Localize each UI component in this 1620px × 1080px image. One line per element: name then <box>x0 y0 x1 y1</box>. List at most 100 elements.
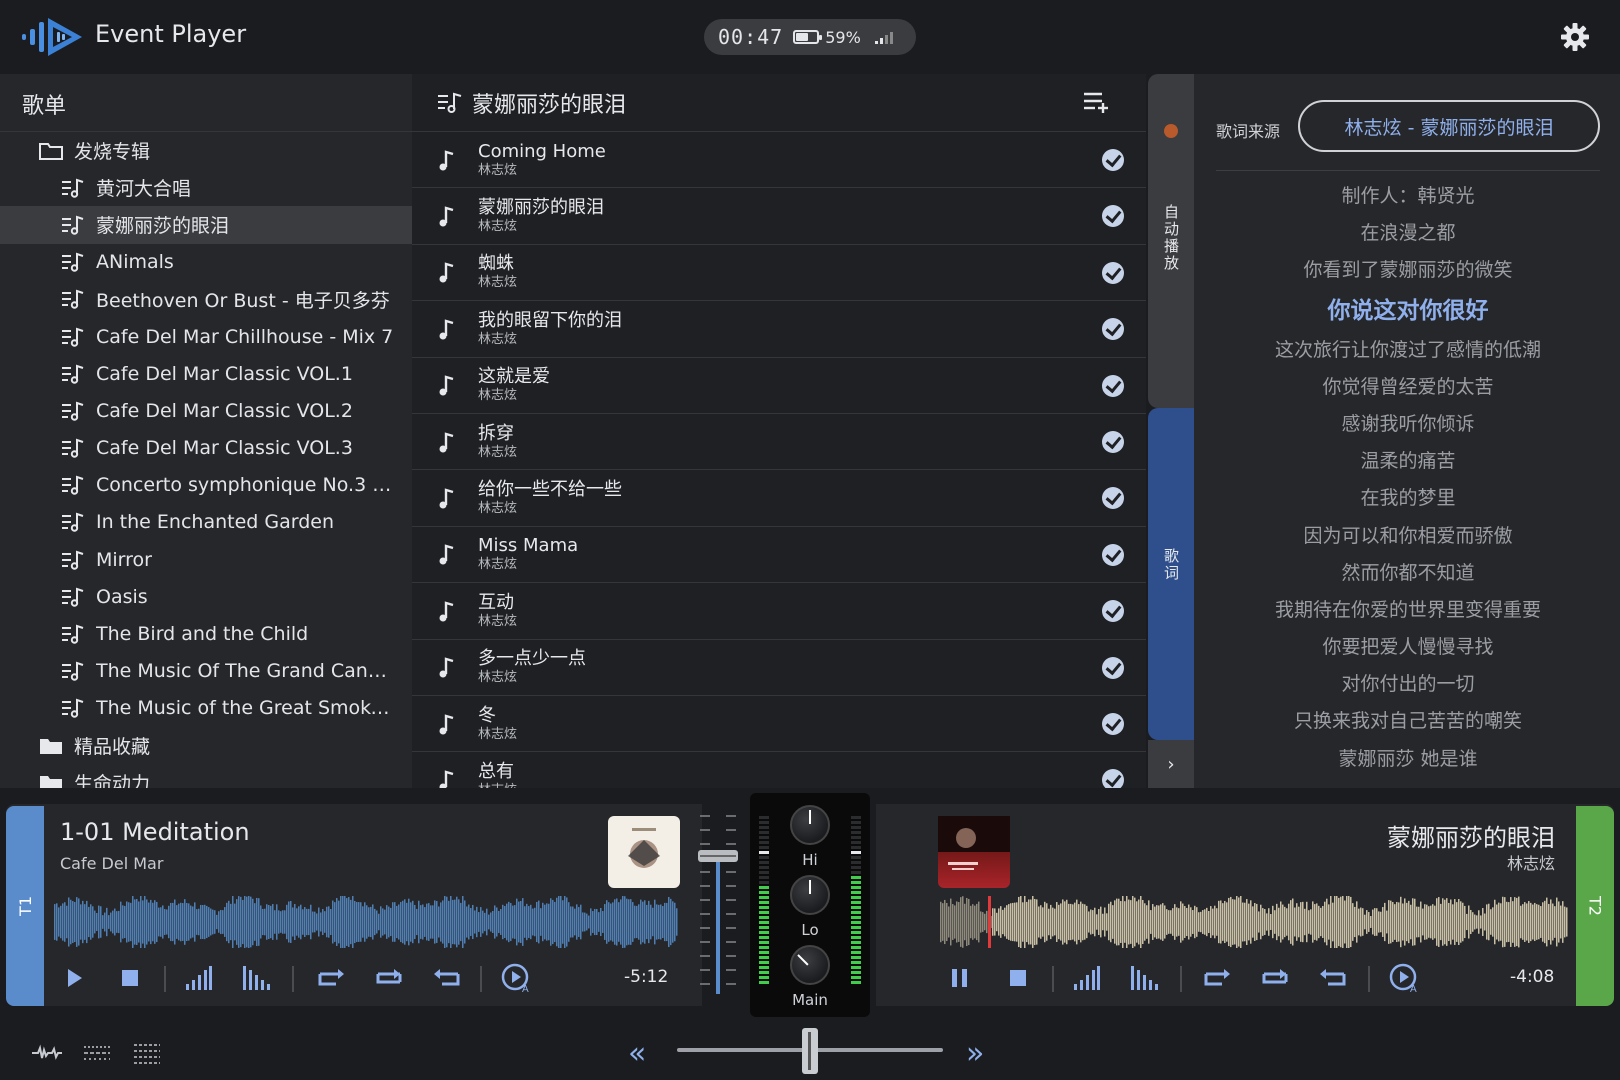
playlist-item[interactable]: Cafe Del Mar Classic VOL.3 <box>0 430 412 467</box>
deck-1-channel-fader[interactable] <box>696 812 740 994</box>
check-circle-icon[interactable] <box>1102 261 1124 284</box>
playlist-icon <box>62 364 84 384</box>
music-note-icon <box>439 150 454 171</box>
check-circle-icon[interactable] <box>1102 712 1124 735</box>
track-row[interactable]: 总有林志炫 <box>412 752 1146 788</box>
deck-2-level-meter <box>851 816 861 984</box>
battery-percent: 59% <box>825 27 861 47</box>
playlist-item[interactable]: Cafe Del Mar Classic VOL.2 <box>0 392 412 429</box>
separator <box>1052 966 1054 992</box>
folder-item[interactable]: 精品收藏 <box>0 727 412 764</box>
deck-1-play-icon[interactable] <box>60 964 88 992</box>
track-row[interactable]: 冬林志炫 <box>412 696 1146 753</box>
lyrics-source-button[interactable]: 林志炫 - 蒙娜丽莎的眼泪 <box>1298 100 1600 152</box>
track-row[interactable]: 蜘蛛 林志炫 <box>412 245 1146 302</box>
playlist-item[interactable]: Cafe Del Mar Classic VOL.1 <box>0 355 412 392</box>
deck-1-level-down-icon[interactable] <box>242 964 270 992</box>
deck-1-loop-in-icon[interactable] <box>314 964 348 992</box>
lyrics-source-label: 歌词来源 <box>1216 122 1281 141</box>
playlist-item[interactable]: The Bird and the Child <box>0 615 412 652</box>
tree-item-label: The Music Of The Grand Canyon <box>96 660 396 683</box>
track-title: 冬 <box>478 704 496 726</box>
track-row[interactable]: 蒙娜丽莎的眼泪 林志炫 <box>412 188 1146 245</box>
deck-2-loop-out-icon[interactable] <box>1316 964 1350 992</box>
track-row[interactable]: 这就是爱 林志炫 <box>412 358 1146 414</box>
deck-2-level-down-icon[interactable] <box>1130 964 1158 992</box>
hi-eq-knob[interactable] <box>790 805 830 845</box>
settings-gear-icon[interactable] <box>1560 22 1590 52</box>
deck-1-artist: Cafe Del Mar <box>60 854 164 873</box>
lo-eq-knob[interactable] <box>790 875 830 915</box>
check-circle-icon[interactable] <box>1102 769 1124 788</box>
track-row[interactable]: Miss Mama 林志炫 <box>412 527 1146 584</box>
lyric-line-current: 你说这对你很好 <box>1327 297 1489 324</box>
track-row[interactable]: Coming Home 林志炫 <box>412 132 1146 189</box>
deck-2-tab[interactable]: T2 <box>1576 806 1614 1006</box>
deck-1-level-up-icon[interactable] <box>184 964 212 992</box>
deck-1-loop-out-icon[interactable] <box>430 964 464 992</box>
track-title: 给你一些不给一些 <box>478 479 622 501</box>
track-row[interactable]: 我的眼留下你的泪 林志炫 <box>412 301 1146 358</box>
deck-2-stop-icon[interactable] <box>1004 964 1032 992</box>
deck-2-loop-in-icon[interactable] <box>1200 964 1234 992</box>
tab-auto-play[interactable]: 自动播放 <box>1148 74 1194 408</box>
tab-lyrics[interactable]: 歌词 <box>1148 408 1194 740</box>
check-circle-icon[interactable] <box>1102 318 1124 341</box>
music-note-icon <box>439 488 454 509</box>
folder-item[interactable]: 发烧专辑 <box>0 132 412 169</box>
deck-2-pause-icon[interactable] <box>946 964 974 992</box>
lyric-line: 然而你都不知道 <box>1341 561 1475 584</box>
check-circle-icon[interactable] <box>1102 487 1124 510</box>
deck-1-stop-icon[interactable] <box>116 964 144 992</box>
deck-2-loop-icon[interactable] <box>1258 964 1292 992</box>
playlist-item[interactable]: Beethoven Or Bust - 电子贝多芬 <box>0 281 412 318</box>
lyrics-lines[interactable]: 制作人：韩贤光 在浪漫之都 你看到了蒙娜丽莎的微笑 你说这对你很好 这次旅行让你渡过了感… <box>1216 178 1600 778</box>
playlist-item[interactable]: 蒙娜丽莎的眼泪 <box>0 206 412 244</box>
deck-1-waveform[interactable] <box>54 896 678 948</box>
playlist-item[interactable]: ANimals <box>0 244 412 281</box>
playlist-icon <box>62 178 84 198</box>
playlist-item[interactable]: Mirror <box>0 541 412 578</box>
playlist-item[interactable]: The Music Of The Grand Canyon <box>0 653 412 690</box>
track-row[interactable]: 多一点少一点 林志炫 <box>412 640 1146 696</box>
crossfader-left-icon[interactable]: « <box>628 1036 646 1071</box>
lyrics-panel: 歌词来源 林志炫 - 蒙娜丽莎的眼泪 制作人：韩贤光 在浪漫之都 你看到了蒙娜丽莎的… <box>1194 74 1620 788</box>
sidebar-title: 歌单 <box>0 74 412 132</box>
playlist-item[interactable]: In the Enchanted Garden <box>0 504 412 541</box>
check-circle-icon[interactable] <box>1102 149 1124 171</box>
waveform-view-2-icon[interactable] <box>82 1040 112 1066</box>
main-volume-knob[interactable] <box>790 945 830 985</box>
check-circle-icon[interactable] <box>1102 600 1124 623</box>
deck-1-auto-play-icon[interactable]: A <box>500 962 532 994</box>
tab-auto-play-label: 自动播放 <box>1162 204 1180 272</box>
waveform-view-3-icon[interactable] <box>132 1040 162 1066</box>
folder-item[interactable]: 生命动力 <box>0 764 412 788</box>
deck-1-loop-icon[interactable] <box>372 964 406 992</box>
playlist-item[interactable]: The Music of the Great Smoky ... <box>0 690 412 727</box>
deck-1-tab[interactable]: T1 <box>6 806 44 1006</box>
playlist-item[interactable]: Concerto symphonique No.3 in ... <box>0 467 412 504</box>
crossfader-thumb[interactable] <box>802 1028 818 1074</box>
deck-2-auto-play-icon[interactable]: A <box>1388 962 1420 994</box>
svg-text:A: A <box>522 984 529 994</box>
check-circle-icon[interactable] <box>1102 430 1124 453</box>
playlist-icon <box>62 661 84 681</box>
check-circle-icon[interactable] <box>1102 374 1124 397</box>
chevron-right-icon[interactable]: › <box>1148 740 1194 788</box>
check-circle-icon[interactable] <box>1102 656 1124 679</box>
track-row[interactable]: 互动 林志炫 <box>412 583 1146 640</box>
playlist-item[interactable]: Cafe Del Mar Chillhouse - Mix 7 <box>0 318 412 355</box>
waveform-view-1-icon[interactable] <box>30 1040 64 1066</box>
check-circle-icon[interactable] <box>1102 205 1124 228</box>
check-circle-icon[interactable] <box>1102 543 1124 566</box>
deck-2-level-up-icon[interactable] <box>1072 964 1100 992</box>
track-row[interactable]: 拆穿 林志炫 <box>412 414 1146 471</box>
add-to-playlist-icon[interactable] <box>1082 90 1110 114</box>
playlist-item[interactable]: 黄河大合唱 <box>0 169 412 206</box>
track-row[interactable]: 给你一些不给一些 林志炫 <box>412 470 1146 527</box>
crossfader-right-icon[interactable]: » <box>966 1036 984 1071</box>
deck-2-waveform[interactable] <box>940 896 1568 948</box>
playlist-item[interactable]: Oasis <box>0 578 412 615</box>
playlist-sidebar: 歌单 发烧专辑 黄河大合唱 蒙娜丽莎的眼泪 ANimals Beethoven Or B… <box>0 74 412 788</box>
track-title: 蜘蛛 <box>478 253 514 275</box>
